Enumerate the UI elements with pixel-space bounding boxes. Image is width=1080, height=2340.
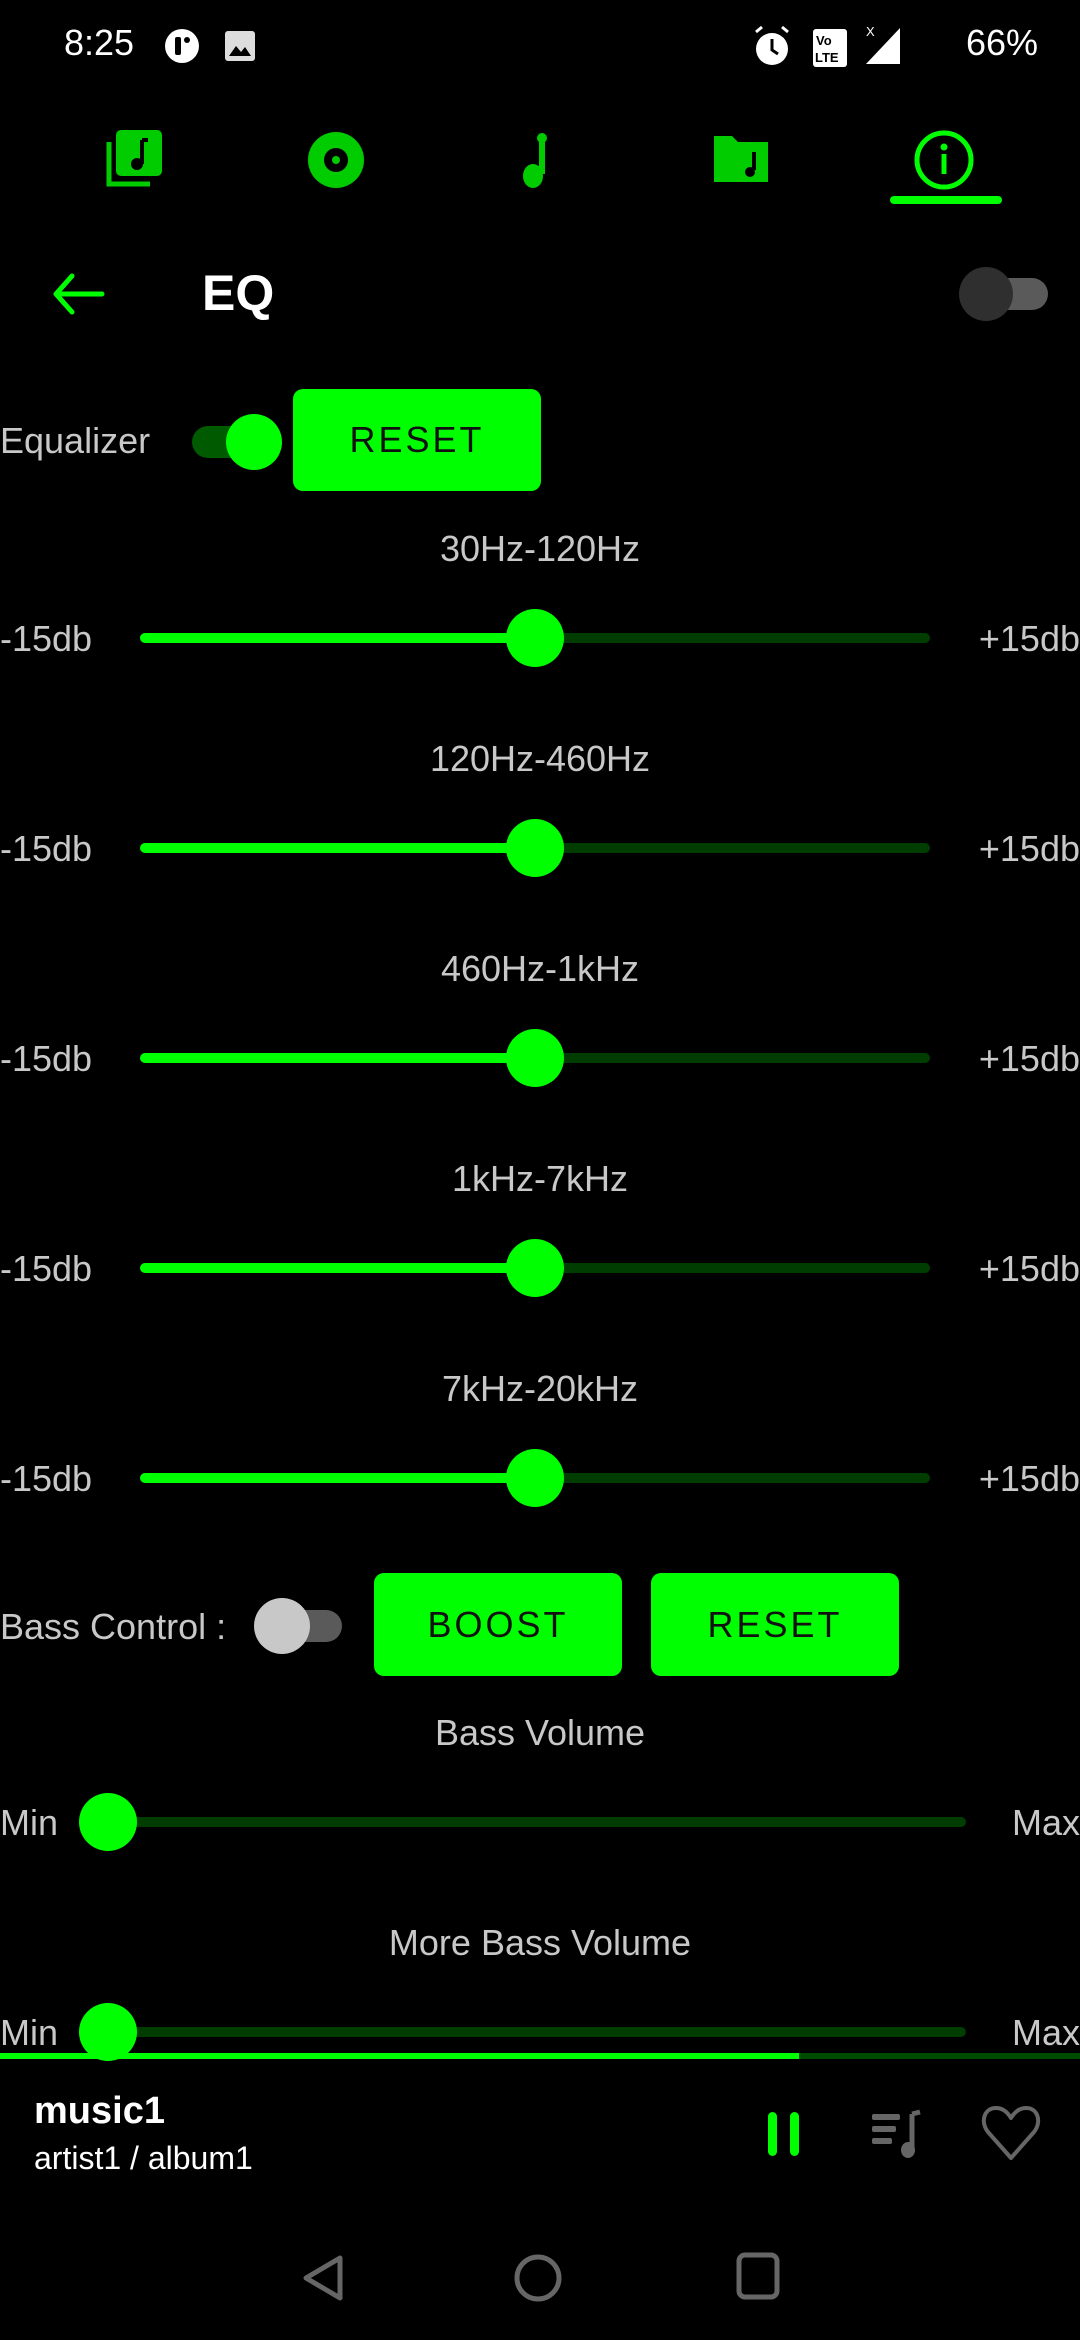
eq-band-label: 30Hz-120Hz (439, 528, 641, 569)
tab-albums[interactable] (296, 120, 376, 200)
back-arrow-icon[interactable] (48, 262, 112, 326)
eq-band-label: 1kHz-7kHz (451, 1158, 629, 1199)
volte-icon: Vo LTE (813, 29, 847, 67)
eq-band-label: 120Hz-460Hz (429, 738, 651, 779)
eq-min-label: -15db (0, 1248, 93, 1289)
image-icon (225, 31, 255, 61)
bass-reset-button[interactable]: RESET (651, 1573, 899, 1676)
battery-percent: 66% (965, 22, 1038, 63)
status-time: 8:25 (64, 22, 135, 63)
eq-band-slider[interactable] (140, 1029, 930, 1087)
equalizer-toggle[interactable] (188, 412, 284, 472)
bass-slider-thumb[interactable] (79, 1793, 137, 1851)
eq-max-label: +15db (978, 1458, 1080, 1499)
eq-min-label: -15db (0, 1038, 93, 1079)
top-nav (0, 100, 1080, 210)
eq-band-label: 460Hz-1kHz (440, 948, 640, 989)
system-home-button[interactable] (512, 2252, 564, 2304)
eq-band-slider-thumb[interactable] (506, 1449, 564, 1507)
bass-min-label: Min (0, 1802, 59, 1843)
now-playing-title[interactable]: music1 (34, 2090, 165, 2133)
eq-max-label: +15db (978, 828, 1080, 869)
tab-info[interactable] (904, 120, 984, 200)
eq-min-label: -15db (0, 1458, 93, 1499)
playback-progress-fill (0, 2053, 800, 2059)
bass-max-label: Max (1011, 2012, 1080, 2053)
equalizer-label: Equalizer (0, 420, 151, 461)
eq-max-label: +15db (978, 1038, 1080, 1079)
favorite-heart-icon[interactable] (980, 2104, 1042, 2164)
eq-band-slider-thumb[interactable] (506, 1239, 564, 1297)
signal-icon: X (866, 24, 900, 64)
playback-progress-bar[interactable] (0, 2053, 1080, 2059)
eq-band-slider-fill (140, 633, 535, 643)
tab-playlists[interactable] (94, 120, 174, 200)
active-tab-indicator (890, 196, 1002, 204)
eq-band-slider-fill (140, 1053, 535, 1063)
bass-boost-button[interactable]: BOOST (374, 1573, 622, 1676)
bass-control-toggle[interactable] (252, 1596, 346, 1656)
eq-band-label: 7kHz-20kHz (441, 1368, 639, 1409)
eq-master-switch[interactable] (958, 266, 1052, 322)
folder-music-icon (714, 136, 768, 182)
bass-control-label: Bass Control : (0, 1606, 227, 1647)
pause-button[interactable] (760, 2108, 808, 2160)
system-back-button[interactable] (298, 2252, 348, 2304)
eq-band-slider-thumb[interactable] (506, 819, 564, 877)
music-note-icon (523, 133, 547, 188)
bass-slider-label: More Bass Volume (388, 1922, 692, 1963)
svg-text:X: X (866, 24, 875, 39)
eq-band-slider-thumb[interactable] (506, 1029, 564, 1087)
playlist-icon (106, 130, 162, 187)
notification-app-icon (165, 29, 199, 63)
bass-max-label: Max (1011, 1802, 1080, 1843)
eq-band-slider-fill (140, 1263, 535, 1273)
eq-min-label: -15db (0, 828, 93, 869)
eq-reset-button[interactable]: RESET (293, 389, 541, 491)
eq-band-slider[interactable] (140, 819, 930, 877)
bass-slider[interactable] (79, 1793, 966, 1851)
eq-max-label: +15db (978, 1248, 1080, 1289)
eq-max-label: +15db (978, 618, 1080, 659)
tab-folders[interactable] (702, 120, 782, 200)
eq-min-label: -15db (0, 618, 93, 659)
bass-min-label: Min (0, 2012, 59, 2053)
eq-band-slider-fill (140, 843, 535, 853)
eq-band-slider[interactable] (140, 1449, 930, 1507)
info-icon (914, 130, 974, 190)
eq-band-slider[interactable] (140, 1239, 930, 1297)
album-icon (308, 132, 364, 188)
system-nav-bar (0, 2220, 1080, 2340)
queue-icon[interactable] (868, 2106, 928, 2162)
page-title: EQ (202, 265, 275, 321)
now-playing-artist-album[interactable]: artist1 / album1 (34, 2140, 253, 2177)
eq-band-slider-fill (140, 1473, 535, 1483)
eq-band-slider[interactable] (140, 609, 930, 667)
alarm-icon (755, 25, 789, 65)
system-recents-button[interactable] (734, 2250, 784, 2304)
svg-text:LTE: LTE (815, 50, 839, 65)
svg-text:Vo: Vo (816, 33, 832, 48)
eq-band-slider-thumb[interactable] (506, 609, 564, 667)
bass-slider-label: Bass Volume (434, 1712, 646, 1753)
bass-slider[interactable] (79, 2003, 966, 2061)
tab-songs[interactable] (498, 120, 578, 200)
